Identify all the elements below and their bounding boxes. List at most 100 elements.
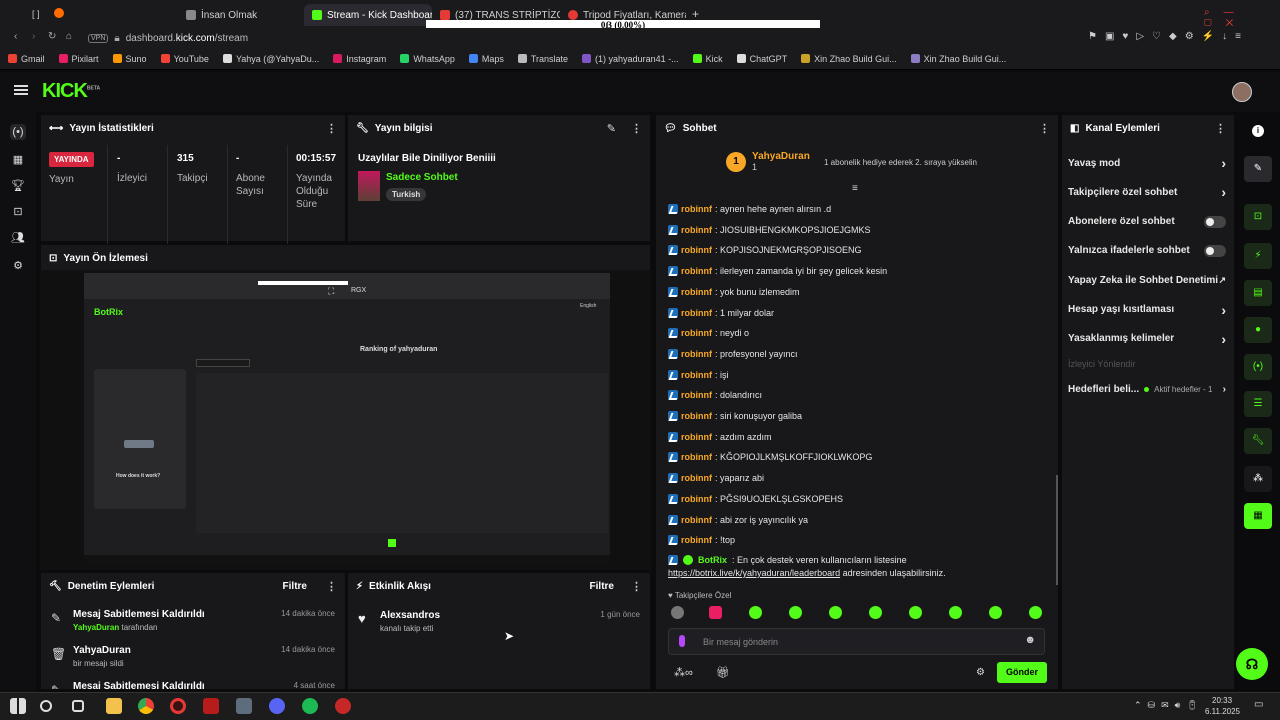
- chat-username[interactable]: robinnf: [681, 349, 712, 359]
- chat-username[interactable]: robinnf: [681, 390, 712, 400]
- channel-action-item[interactable]: Yalnızca ifadelerle sohbet: [1068, 243, 1226, 259]
- emote-icon[interactable]: [671, 606, 684, 619]
- bookmark-item[interactable]: Translate: [517, 54, 568, 64]
- tab-kick-dashboard[interactable]: Stream - Kick Dashboard: [304, 4, 432, 26]
- edit-icon[interactable]: ✎: [607, 122, 616, 135]
- reload-icon[interactable]: ↻: [48, 31, 56, 42]
- bookmark-item[interactable]: Yahya (@YahyaDu...: [222, 54, 319, 64]
- opera-icon[interactable]: [54, 8, 64, 18]
- chat-input[interactable]: Bir mesaj gönderin ☻: [668, 628, 1045, 655]
- preview-video[interactable]: BotRix English Ranking of yahyaduran How…: [40, 270, 651, 570]
- toggle-switch[interactable]: [1204, 244, 1226, 257]
- more-options-icon[interactable]: ⋮: [631, 580, 642, 593]
- scan-tool-icon[interactable]: ⊡: [1244, 204, 1272, 230]
- channel-action-item[interactable]: Hesap yaşı kısıtlaması ›: [1068, 302, 1226, 318]
- speed-dial-icon[interactable]: ⌂: [66, 31, 72, 42]
- top-supporter[interactable]: 1 YahyaDuran 1: [726, 151, 810, 172]
- chrome-icon[interactable]: [138, 698, 154, 714]
- kick-logo[interactable]: KICKBETA: [42, 80, 100, 103]
- task-view-icon[interactable]: [72, 700, 84, 712]
- channel-action-item[interactable]: Yapay Zeka ile Sohbet Denetimi ↗: [1068, 272, 1226, 288]
- bookmark-item[interactable]: Xin Zhao Build Gui...: [801, 54, 897, 64]
- scroll-indicator-icon[interactable]: ≡: [852, 183, 858, 194]
- emote-icon[interactable]: [1029, 606, 1042, 619]
- trophy-icon[interactable]: 🏆︎: [10, 178, 26, 194]
- chat-username[interactable]: robinnf: [681, 411, 712, 421]
- bookmark-item[interactable]: WhatsApp: [400, 54, 455, 64]
- leaderboard-link[interactable]: https://botrix.live/k/yahyaduran/leaderb…: [668, 568, 840, 578]
- channel-action-item[interactable]: Abonelere özel sohbet: [1068, 214, 1226, 230]
- channel-action-item[interactable]: Yasaklanmış kelimeler ›: [1068, 331, 1226, 347]
- opera-taskbar-icon[interactable]: [170, 698, 186, 714]
- forward-icon[interactable]: ›: [32, 31, 35, 42]
- more-options-icon[interactable]: ⋮: [326, 580, 337, 593]
- emote-icon[interactable]: [789, 606, 802, 619]
- bookmark-item[interactable]: Suno: [112, 54, 147, 64]
- gift-icon[interactable]: 🎁︎: [716, 666, 730, 679]
- points-tool-icon[interactable]: ⁂: [1244, 466, 1272, 492]
- window-controls[interactable]: ⌕—▢✕: [1204, 7, 1280, 29]
- more-options-icon[interactable]: ⋮: [1039, 122, 1050, 135]
- window-menu-icon[interactable]: [ ]: [32, 9, 40, 19]
- tray-icons[interactable]: ⌃⛁✉🔊︎🔋︎: [1134, 700, 1204, 711]
- chat-username[interactable]: robinnf: [681, 515, 712, 525]
- stream-icon[interactable]: (•): [10, 124, 26, 140]
- clapper-tool-icon[interactable]: ▦: [1244, 503, 1272, 529]
- send-button[interactable]: Gönder: [997, 662, 1047, 683]
- bookmark-item[interactable]: ChatGPT: [736, 54, 787, 64]
- fullscreen-icon[interactable]: ⛶: [328, 286, 334, 297]
- chat-username[interactable]: robinnf: [681, 432, 712, 442]
- emote-icon[interactable]: [749, 606, 762, 619]
- channel-action-item[interactable]: Takipçilere özel sohbet ›: [1068, 184, 1226, 200]
- filter-button[interactable]: Filtre: [283, 581, 307, 592]
- more-options-icon[interactable]: ⋮: [631, 122, 642, 135]
- broadcast-tool-icon[interactable]: (•): [1244, 354, 1272, 380]
- emote-icon[interactable]: [709, 606, 722, 619]
- edit-tool-icon[interactable]: ✎: [1244, 156, 1272, 182]
- emote-icon[interactable]: [909, 606, 922, 619]
- chat-username[interactable]: robinnf: [681, 308, 712, 318]
- toolbar-extension-icons[interactable]: ⚑▣♥▷♡◆⚙⚡↓≡: [1088, 31, 1249, 42]
- toggle-switch[interactable]: [1204, 215, 1226, 228]
- app-icon-2[interactable]: [236, 698, 252, 714]
- bookmark-item[interactable]: Maps: [468, 54, 504, 64]
- settings-icon[interactable]: ⚙: [10, 258, 26, 274]
- wrench-tool-icon[interactable]: 🔧︎: [1244, 428, 1272, 454]
- bookmark-item[interactable]: Instagram: [333, 54, 386, 64]
- bolt-tool-icon[interactable]: ⚡︎: [1244, 243, 1272, 269]
- discord-icon[interactable]: [269, 698, 285, 714]
- file-explorer-icon[interactable]: [106, 698, 122, 714]
- chat-username[interactable]: robinnf: [681, 452, 712, 462]
- spotify-icon[interactable]: [302, 698, 318, 714]
- chat-username[interactable]: robinnf: [681, 494, 712, 504]
- tab-insan-olmak[interactable]: İnsan Olmak: [178, 4, 304, 26]
- chat-username[interactable]: robinnf: [681, 328, 712, 338]
- support-headset-icon[interactable]: ☊: [1236, 648, 1268, 680]
- users-icon[interactable]: 👥︎: [10, 230, 26, 246]
- notes-tool-icon[interactable]: ▤: [1244, 280, 1272, 306]
- windows-start-icon[interactable]: [10, 698, 26, 714]
- chat-username[interactable]: robinnf: [681, 204, 712, 214]
- chat-username[interactable]: robinnf: [681, 287, 712, 297]
- info-icon[interactable]: i: [1252, 125, 1264, 137]
- chat-username[interactable]: robinnf: [681, 245, 712, 255]
- chat-scrollbar[interactable]: [1056, 475, 1058, 585]
- category-link[interactable]: Sadece Sohbet: [386, 172, 458, 183]
- user-avatar[interactable]: [1232, 82, 1252, 102]
- emote-icon[interactable]: [869, 606, 882, 619]
- chat-username[interactable]: robinnf: [681, 473, 712, 483]
- url-field[interactable]: VPN 🔒︎ dashboard.kick.com/stream: [88, 31, 988, 46]
- bookmark-item[interactable]: Gmail: [8, 54, 45, 64]
- chat-username[interactable]: robinnf: [681, 225, 712, 235]
- emote-icon[interactable]: [949, 606, 962, 619]
- dashboard-icon[interactable]: ▦: [10, 152, 26, 168]
- chat-username[interactable]: robinnf: [681, 266, 712, 276]
- notification-icon[interactable]: ▭: [1254, 699, 1263, 710]
- channel-action-item[interactable]: Yavaş mod ›: [1068, 155, 1226, 171]
- app-icon[interactable]: [203, 698, 219, 714]
- chat-settings-icon[interactable]: ⚙: [976, 667, 985, 678]
- more-options-icon[interactable]: ⋮: [1215, 122, 1226, 135]
- search-icon[interactable]: [40, 700, 52, 712]
- bookmark-item[interactable]: Pixilart: [58, 54, 99, 64]
- emote-icon[interactable]: [829, 606, 842, 619]
